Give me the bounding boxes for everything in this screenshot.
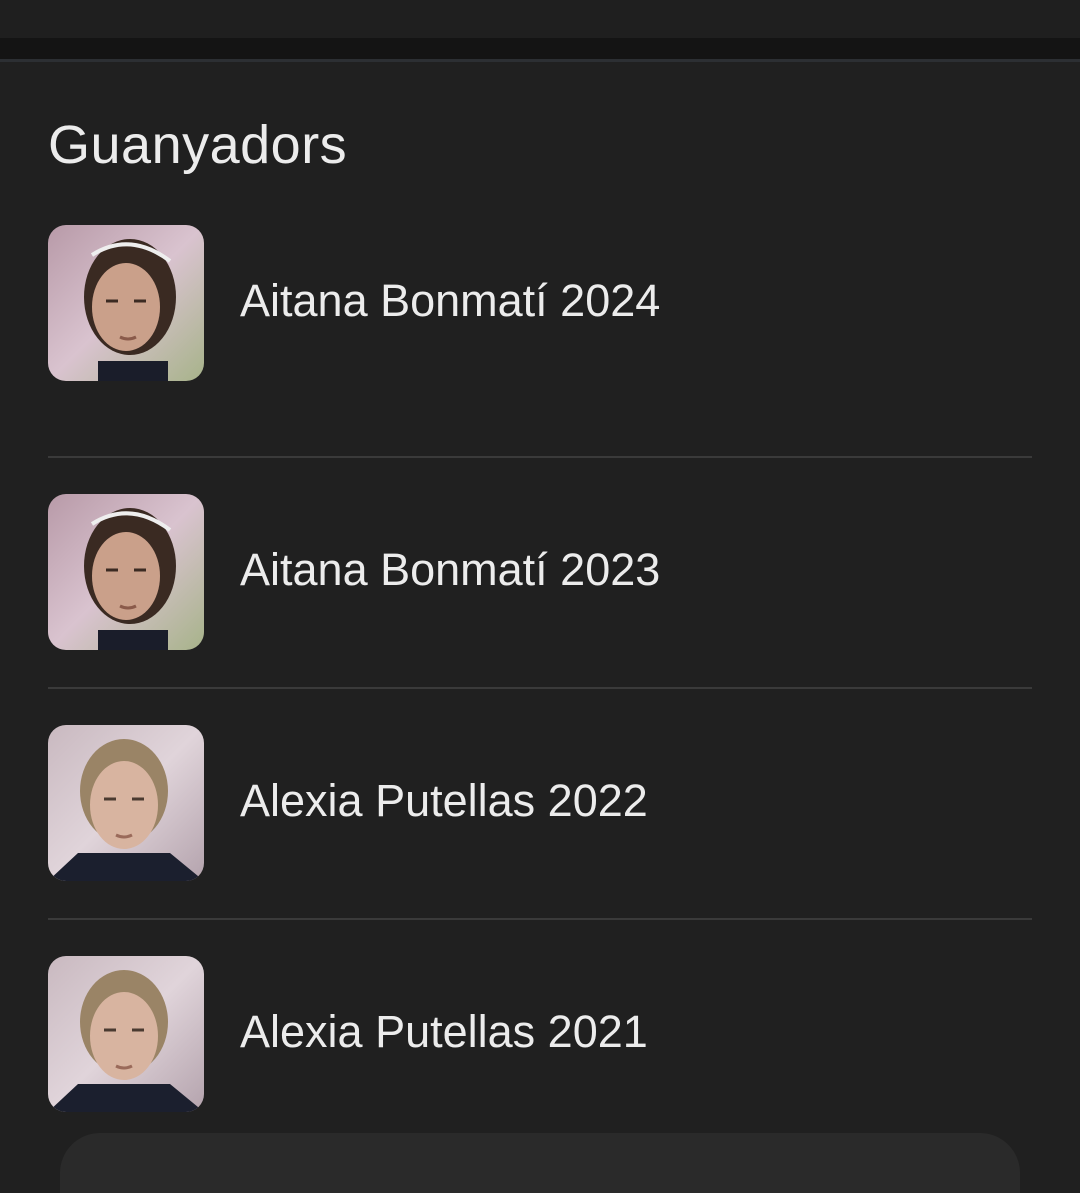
- player-photo: [48, 494, 204, 650]
- player-photo: [48, 725, 204, 881]
- player-photo: [48, 956, 204, 1112]
- winners-card: Guanyadors Aitana Bonmatí 2024 Aitana Bo…: [0, 62, 1080, 1193]
- winner-row[interactable]: Alexia Putellas 2021: [48, 918, 1032, 1149]
- winner-row[interactable]: Aitana Bonmatí 2024: [48, 225, 1032, 456]
- winner-row[interactable]: Aitana Bonmatí 2023: [48, 456, 1032, 687]
- winner-name: Alexia Putellas 2021: [240, 1006, 648, 1057]
- winner-row[interactable]: Alexia Putellas 2022: [48, 687, 1032, 918]
- winner-name: Aitana Bonmatí 2023: [240, 544, 661, 595]
- winners-list: Aitana Bonmatí 2024 Aitana Bonmatí 2023 …: [48, 225, 1032, 1149]
- player-photo: [48, 225, 204, 381]
- top-separator: [0, 38, 1080, 60]
- section-title: Guanyadors: [48, 115, 348, 175]
- winner-name: Aitana Bonmatí 2024: [240, 275, 661, 326]
- top-bar: [0, 0, 1080, 38]
- winner-name: Alexia Putellas 2022: [240, 775, 648, 826]
- bottom-panel-edge: [60, 1133, 1020, 1193]
